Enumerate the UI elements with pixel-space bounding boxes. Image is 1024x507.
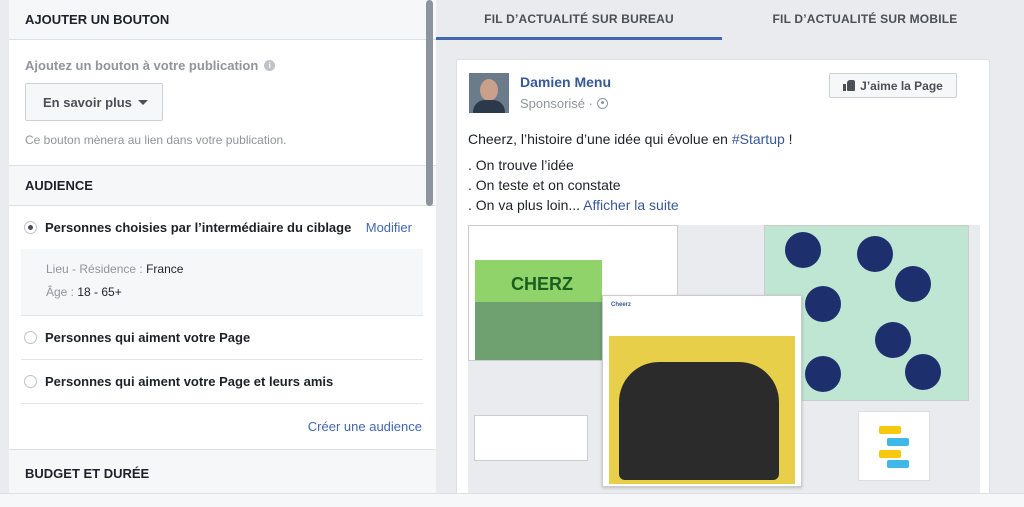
heart-shape bbox=[805, 286, 841, 322]
inner-post-header: Cheerz bbox=[611, 302, 632, 308]
audience-option-targeting[interactable]: Personnes choisies par l’intermédiaire d… bbox=[9, 206, 436, 249]
post-line-1: Cheerz, l’histoire d’une idée qui évolue… bbox=[468, 129, 793, 149]
info-icon[interactable]: i bbox=[264, 59, 276, 71]
heart-shape bbox=[875, 322, 911, 358]
post-line-4-text: . On va plus loin... bbox=[468, 197, 584, 213]
tab-mobile-feed[interactable]: FIL D’ACTUALITÉ SUR MOBILE bbox=[722, 0, 1008, 40]
heart-shape bbox=[785, 232, 821, 268]
heart-shape bbox=[805, 356, 841, 392]
location-row: Lieu - Résidence : France bbox=[46, 262, 423, 285]
modify-link[interactable]: Modifier bbox=[366, 220, 412, 235]
audience-option-page-likes-label: Personnes qui aiment votre Page bbox=[45, 330, 251, 345]
avatar-face bbox=[480, 79, 498, 101]
post-line-1-text: Cheerz, l’histoire d’une idée qui évolue… bbox=[468, 131, 732, 147]
cheerz-logo-icon bbox=[879, 426, 909, 468]
globe-icon bbox=[596, 98, 608, 109]
location-value: France bbox=[146, 262, 184, 276]
footer-bar bbox=[0, 493, 1024, 507]
audience-option-page-likes-friends[interactable]: Personnes qui aiment votre Page et leurs… bbox=[9, 360, 436, 403]
targeting-details: Lieu - Résidence : France Âge : 18 - 65+ bbox=[21, 249, 423, 315]
logo-bar bbox=[879, 426, 901, 434]
photo-plane-team: CHERZ bbox=[475, 260, 602, 360]
avatar-shirt bbox=[473, 100, 505, 113]
button-section: Ajoutez un bouton à votre publication i … bbox=[9, 40, 436, 166]
post-line-1-suffix: ! bbox=[784, 131, 793, 147]
post-line-4: . On va plus loin... Afficher la suite bbox=[468, 195, 793, 215]
audience-option-page-likes-friends-label: Personnes qui aiment votre Page et leurs… bbox=[45, 374, 334, 389]
button-question: Ajoutez un bouton à votre publication i bbox=[25, 56, 420, 74]
like-page-button[interactable]: J’aime la Page bbox=[829, 73, 957, 98]
thumbs-up-icon bbox=[843, 80, 856, 91]
scrollbar-thumb[interactable] bbox=[426, 0, 433, 206]
post-line-3: . On teste et on constate bbox=[468, 177, 621, 193]
ad-settings-panel: AJOUTER UN BOUTON Ajoutez un bouton à vo… bbox=[9, 0, 436, 493]
logo-bar bbox=[887, 460, 909, 468]
post-image[interactable]: CHERZ Cheerz bbox=[468, 225, 980, 498]
photo-group bbox=[609, 336, 795, 484]
radio-targeting[interactable] bbox=[24, 221, 37, 234]
like-page-label: J’aime la Page bbox=[860, 78, 943, 93]
image-collage-caption-card bbox=[474, 415, 588, 461]
age-row: Âge : 18 - 65+ bbox=[46, 285, 423, 308]
post-author[interactable]: Damien Menu bbox=[520, 74, 611, 90]
section-header-audience: AUDIENCE bbox=[9, 166, 436, 206]
section-header-budget: BUDGET ET DURÉE bbox=[9, 450, 436, 493]
button-question-label: Ajoutez un bouton à votre publication bbox=[25, 57, 259, 73]
section-header-button: AJOUTER UN BOUTON bbox=[9, 0, 436, 40]
preview-tabs: FIL D’ACTUALITÉ SUR BUREAU FIL D’ACTUALI… bbox=[436, 0, 1008, 40]
people-group bbox=[619, 362, 779, 480]
see-more-link[interactable]: Afficher la suite bbox=[583, 197, 678, 213]
audience-option-targeting-label: Personnes choisies par l’intermédiaire d… bbox=[45, 220, 352, 235]
cta-dropdown-value: En savoir plus bbox=[43, 94, 132, 110]
heart-shape bbox=[857, 236, 893, 272]
post-preview-card: Damien Menu Sponsorisé · J’aime la Page … bbox=[456, 59, 990, 499]
hashtag-link[interactable]: #Startup bbox=[732, 131, 785, 147]
cta-dropdown[interactable]: En savoir plus bbox=[25, 83, 163, 121]
post-text: Cheerz, l’histoire d’une idée qui évolue… bbox=[468, 129, 793, 215]
age-value: 18 - 65+ bbox=[77, 285, 122, 299]
sponsored-text: Sponsorisé · bbox=[520, 96, 593, 111]
age-label: Âge : bbox=[46, 285, 78, 299]
button-help-text: Ce bouton mènera au lien dans votre publ… bbox=[25, 133, 287, 147]
brand-text: CHERZ bbox=[511, 274, 573, 294]
heart-shape bbox=[905, 354, 941, 390]
create-audience-link[interactable]: Créer une audience bbox=[9, 404, 436, 450]
avatar[interactable] bbox=[469, 73, 509, 113]
post-line-2: . On trouve l’idée bbox=[468, 157, 574, 173]
tab-desktop-feed[interactable]: FIL D’ACTUALITÉ SUR BUREAU bbox=[436, 0, 722, 40]
audience-option-page-likes[interactable]: Personnes qui aiment votre Page bbox=[9, 316, 436, 359]
image-collage-center: Cheerz bbox=[602, 295, 802, 487]
window-edge bbox=[1008, 0, 1024, 493]
logo-bar bbox=[887, 438, 909, 446]
location-label: Lieu - Résidence : bbox=[46, 262, 147, 276]
radio-page-likes[interactable] bbox=[24, 331, 37, 344]
radio-page-likes-friends[interactable] bbox=[24, 375, 37, 388]
chevron-down-icon bbox=[137, 99, 148, 105]
heart-shape bbox=[895, 266, 931, 302]
image-collage-logo bbox=[858, 411, 930, 481]
logo-bar bbox=[879, 450, 901, 458]
sponsored-label: Sponsorisé · bbox=[520, 96, 608, 111]
